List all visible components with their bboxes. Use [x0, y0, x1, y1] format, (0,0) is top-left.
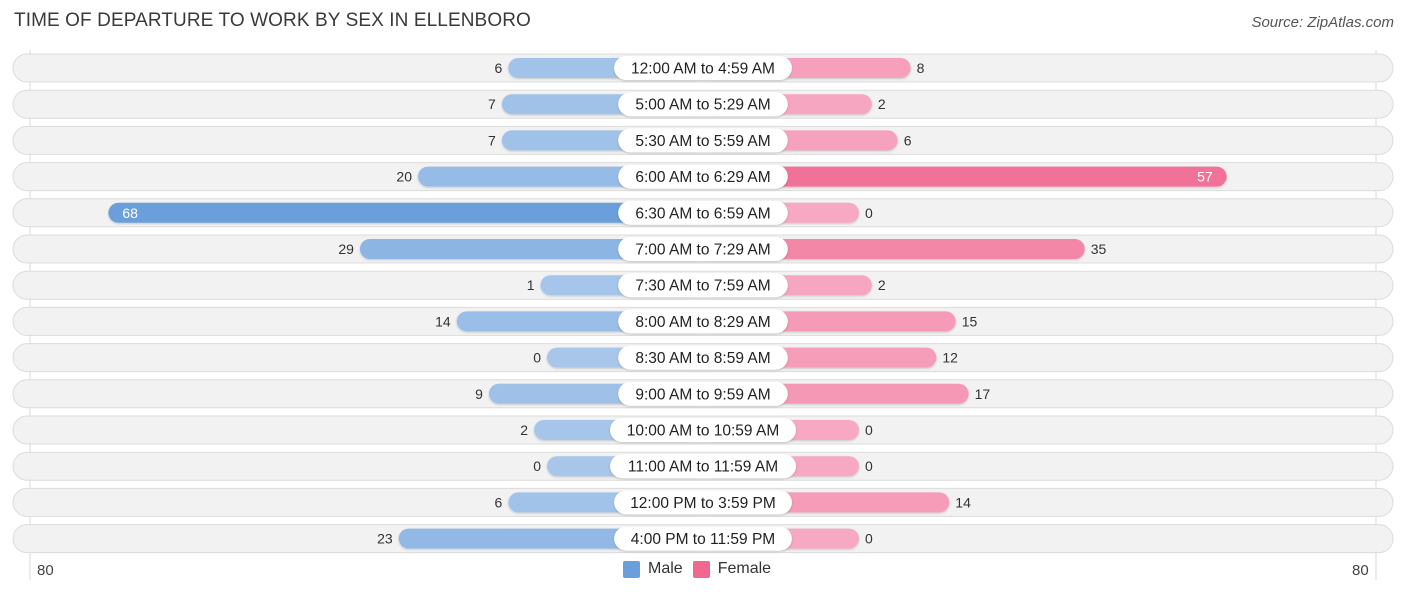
category-label: 6:30 AM to 6:59 AM: [635, 205, 770, 222]
value-label-female: 0: [865, 458, 873, 474]
value-label-female: 0: [865, 205, 873, 221]
table-row: 6:30 AM to 6:59 AM 68 0: [12, 198, 1394, 228]
value-label-female: 2: [878, 96, 886, 112]
value-label-male: 6: [495, 494, 503, 510]
value-label-female: 0: [865, 531, 873, 547]
chart-svg: 12:00 AM to 4:59 AM6 85:00 AM to 5:29 AM7…: [12, 50, 1394, 580]
value-label-male: 7: [488, 96, 496, 112]
value-label-male: 7: [488, 132, 496, 148]
value-label-female: 6: [904, 132, 912, 148]
legend-item-female[interactable]: Female: [692, 560, 772, 578]
table-row: 4:00 PM to 11:59 PM 23 0: [12, 524, 1394, 554]
category-label: 4:00 PM to 11:59 PM: [631, 531, 775, 548]
category-label: 5:00 AM to 5:29 AM: [635, 97, 770, 114]
value-label-male: 20: [396, 169, 412, 185]
legend-swatch-male: [623, 560, 640, 578]
value-label-male: 23: [377, 531, 393, 547]
legend-swatch-female: [692, 560, 710, 578]
value-label-male: 29: [338, 241, 354, 257]
table-row: 5:30 AM to 5:59 AM 7 6: [12, 125, 1394, 155]
legend-item-male[interactable]: Male: [623, 560, 683, 578]
value-label-female: 8: [917, 60, 925, 76]
table-row: 12:00 AM to 4:59 AM 6 8: [12, 53, 1394, 83]
table-row: 11:00 AM to 11:59 AM 0 0: [12, 451, 1394, 481]
value-label-female: 15: [962, 313, 978, 329]
value-label-female: 0: [865, 422, 873, 438]
legend-label-female: Female: [717, 560, 772, 577]
legend-label-male: Male: [648, 560, 683, 577]
value-label-female: 2: [878, 277, 886, 293]
category-label: 7:30 AM to 7:59 AM: [635, 278, 770, 295]
value-label-male: 6: [495, 60, 503, 76]
table-row: 5:00 AM to 5:29 AM 7 2: [12, 89, 1394, 119]
bar-male[interactable]: [108, 202, 703, 223]
category-label: 8:30 AM to 8:59 AM: [635, 350, 770, 367]
category-label: 9:00 AM to 9:59 AM: [635, 386, 770, 403]
category-label: 5:30 AM to 5:59 AM: [635, 133, 770, 150]
value-label-female: 14: [955, 494, 971, 510]
value-label-male: 9: [475, 386, 483, 402]
value-label-female: 17: [975, 386, 991, 402]
category-label: 12:00 AM to 4:59 AM: [631, 61, 775, 78]
value-label-male: 0: [533, 458, 541, 474]
value-label-male: 68: [122, 205, 138, 221]
value-label-male: 14: [435, 313, 451, 329]
table-row: 12:00 PM to 3:59 PM 6 14: [12, 487, 1394, 517]
table-row: 6:00 AM to 6:29 AM 20 57: [12, 162, 1394, 192]
category-label: 11:00 AM to 11:59 AM: [628, 459, 778, 476]
table-row: 8:00 AM to 8:29 AM 14 15: [12, 306, 1394, 336]
value-label-female: 12: [942, 350, 958, 366]
table-row: 9:00 AM to 9:59 AM 9 17: [12, 379, 1394, 409]
table-row: 8:30 AM to 8:59 AM 0 12: [12, 343, 1394, 373]
category-label: 6:00 AM to 6:29 AM: [635, 169, 770, 186]
category-label: 12:00 PM to 3:59 PM: [630, 495, 776, 512]
value-label-female: 35: [1091, 241, 1107, 257]
axis-left-label: 80: [37, 562, 54, 579]
table-row: 7:30 AM to 7:59 AM 1 2: [12, 270, 1394, 300]
category-label: 8:00 AM to 8:29 AM: [635, 314, 770, 331]
table-row: 10:00 AM to 10:59 AM 2 0: [12, 415, 1394, 445]
legend: Male Female: [623, 560, 781, 578]
value-label-male: 0: [533, 350, 541, 366]
category-label: 7:00 AM to 7:29 AM: [635, 242, 770, 259]
value-label-male: 1: [527, 277, 535, 293]
category-label: 10:00 AM to 10:59 AM: [627, 423, 780, 440]
axis-right-label: 80: [1352, 562, 1369, 579]
table-row: 7:00 AM to 7:29 AM 29 35: [12, 234, 1394, 264]
value-label-male: 2: [520, 422, 528, 438]
value-label-female: 57: [1197, 169, 1213, 185]
